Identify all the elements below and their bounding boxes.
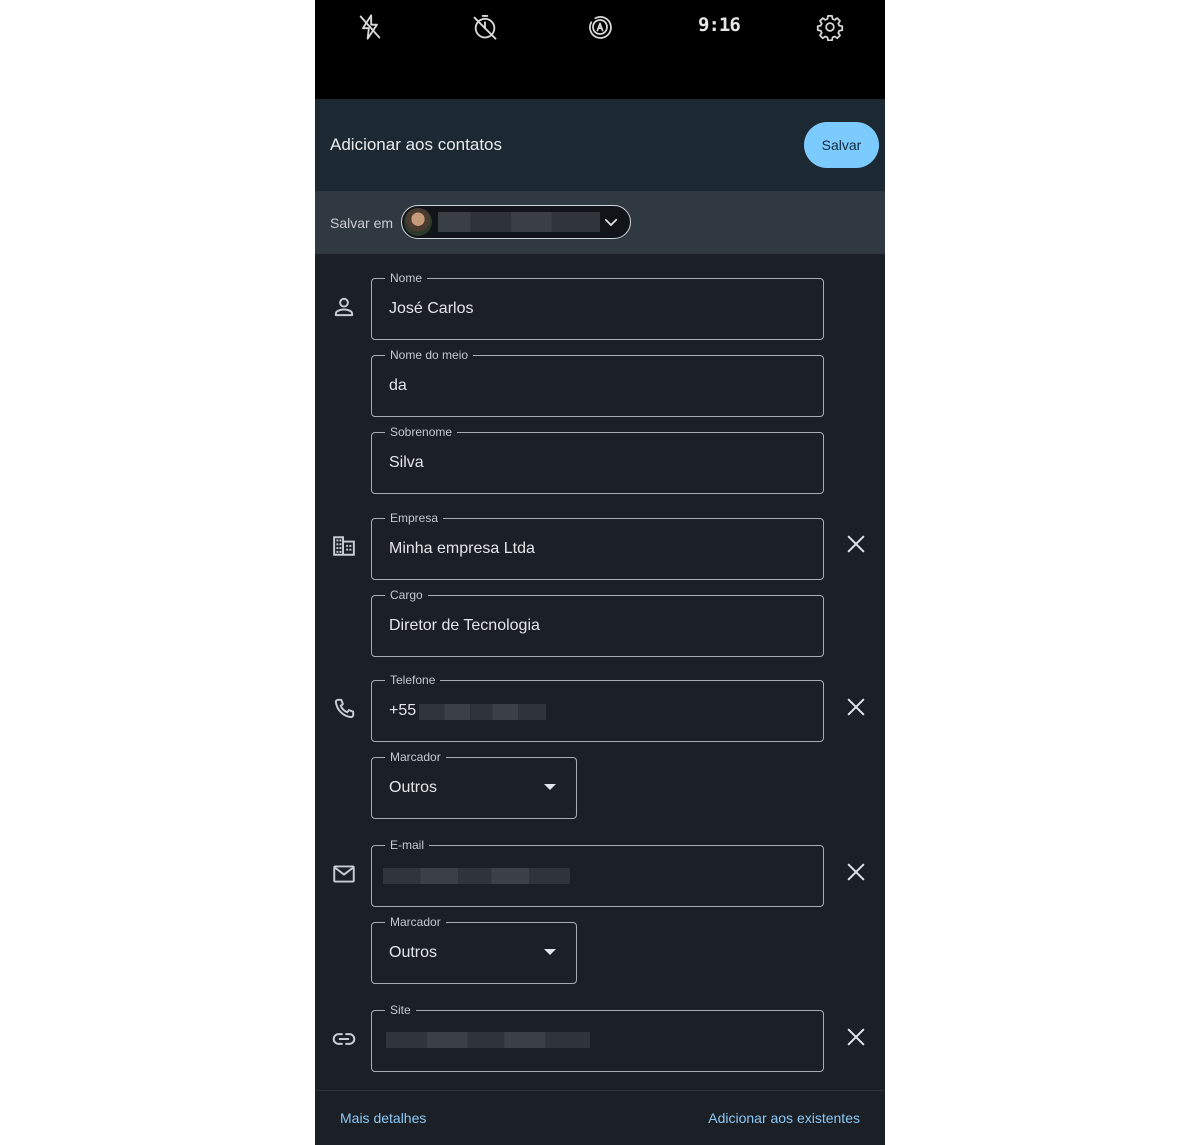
website-field[interactable]: Site [371,1002,824,1072]
save-in-label: Salvar em [330,215,394,231]
middle-name-value[interactable]: da [389,377,407,395]
avatar [404,208,432,236]
auto-mode-icon[interactable] [585,12,615,42]
timer-off-icon[interactable] [470,12,500,42]
surname-label: Sobrenome [385,424,458,440]
dropdown-arrow-icon [544,949,556,955]
redacted-account-name [438,212,600,232]
phone-field[interactable]: Telefone +55 [371,672,824,742]
add-to-existing-link[interactable]: Adicionar aos existentes [708,1110,860,1126]
dropdown-arrow-icon [544,784,556,790]
account-selector[interactable] [401,205,631,239]
clear-email-close-icon[interactable] [845,861,867,883]
phone-tag-value: Outros [389,779,438,796]
surname-value[interactable]: Silva [389,454,424,472]
flash-off-icon[interactable] [355,12,385,42]
email-label: E-mail [385,837,430,853]
middle-name-field[interactable]: Nome do meio da [371,347,824,417]
more-details-link[interactable]: Mais detalhes [340,1110,426,1126]
redacted-email [383,868,570,884]
business-icon [331,533,357,559]
link-icon [331,1026,357,1052]
redacted-phone-number [419,704,546,720]
phone-value[interactable]: +55 [389,702,416,720]
company-value[interactable]: Minha empresa Ltda [389,540,535,558]
surname-field[interactable]: Sobrenome Silva [371,424,824,494]
save-button[interactable]: Salvar [804,122,879,168]
name-label: Nome [385,270,428,286]
contact-editor-screen: 9:16 Adicionar aos contatos Salvar Salva… [315,0,885,1145]
job-title-field[interactable]: Cargo Diretor de Tecnologia [371,587,824,657]
page-title: Adicionar aos contatos [330,135,502,154]
timer-readout: 9:16 [698,14,741,36]
phone-icon [331,696,357,722]
phone-label-select[interactable]: Marcador Outros [371,749,577,819]
middle-name-label: Nome do meio [385,347,474,363]
website-label: Site [385,1002,416,1018]
name-field[interactable]: Nome José Carlos [371,270,824,340]
app-header: Adicionar aos contatos Salvar [315,99,885,191]
camera-toolbar: 9:16 [315,0,885,99]
phone-tag-label: Marcador [385,749,446,765]
email-field[interactable]: E-mail [371,837,824,907]
chevron-down-icon [604,218,618,226]
redacted-website [386,1032,590,1048]
email-label-select[interactable]: Marcador Outros [371,914,577,984]
phone-label: Telefone [385,672,441,688]
email-tag-label: Marcador [385,914,446,930]
name-value[interactable]: José Carlos [389,300,473,318]
settings-icon[interactable] [815,12,845,42]
mail-icon [331,861,357,887]
email-tag-value: Outros [389,944,438,961]
save-in-row: Salvar em [315,191,885,254]
job-title-value[interactable]: Diretor de Tecnologia [389,617,540,635]
company-label: Empresa [385,510,444,526]
clear-company-close-icon[interactable] [845,533,867,555]
clear-website-close-icon[interactable] [845,1026,867,1048]
person-icon [331,294,357,320]
footer-bar: Mais detalhes Adicionar aos existentes [315,1090,885,1145]
company-field[interactable]: Empresa Minha empresa Ltda [371,510,824,580]
job-title-label: Cargo [385,587,428,603]
clear-phone-close-icon[interactable] [845,696,867,718]
